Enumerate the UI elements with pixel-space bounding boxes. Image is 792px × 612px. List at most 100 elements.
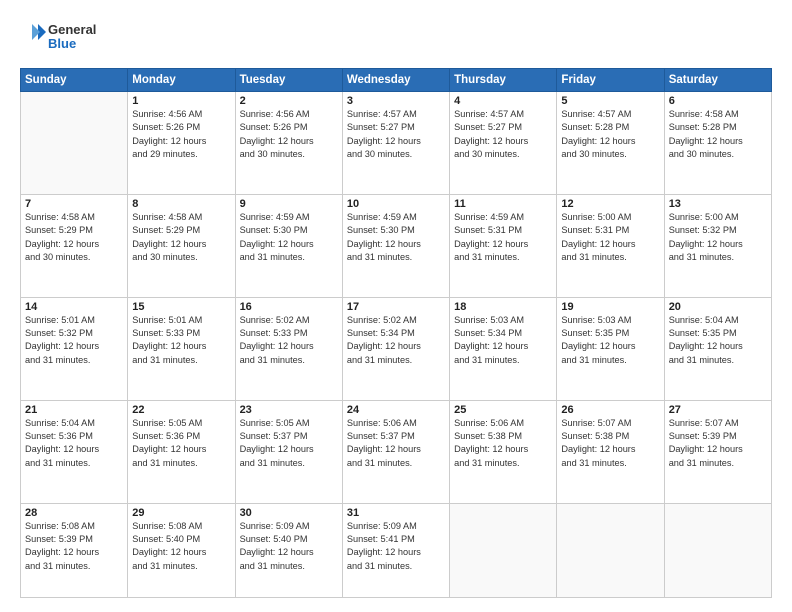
day-info: Sunrise: 4:58 AMSunset: 5:28 PMDaylight:…: [669, 108, 767, 161]
day-number: 9: [240, 198, 338, 210]
day-info: Sunrise: 5:07 AMSunset: 5:39 PMDaylight:…: [669, 417, 767, 470]
calendar-cell: 13Sunrise: 5:00 AMSunset: 5:32 PMDayligh…: [664, 194, 771, 297]
calendar-cell: 18Sunrise: 5:03 AMSunset: 5:34 PMDayligh…: [450, 297, 557, 400]
calendar-cell: 8Sunrise: 4:58 AMSunset: 5:29 PMDaylight…: [128, 194, 235, 297]
weekday-header-thursday: Thursday: [450, 69, 557, 92]
calendar-cell: 29Sunrise: 5:08 AMSunset: 5:40 PMDayligh…: [128, 503, 235, 597]
day-number: 5: [561, 95, 659, 107]
day-info: Sunrise: 5:07 AMSunset: 5:38 PMDaylight:…: [561, 417, 659, 470]
calendar-cell: 27Sunrise: 5:07 AMSunset: 5:39 PMDayligh…: [664, 400, 771, 503]
svg-text:General: General: [48, 22, 96, 37]
day-info: Sunrise: 4:59 AMSunset: 5:30 PMDaylight:…: [240, 211, 338, 264]
day-number: 6: [669, 95, 767, 107]
calendar-cell: 25Sunrise: 5:06 AMSunset: 5:38 PMDayligh…: [450, 400, 557, 503]
calendar-cell: 19Sunrise: 5:03 AMSunset: 5:35 PMDayligh…: [557, 297, 664, 400]
day-info: Sunrise: 4:59 AMSunset: 5:31 PMDaylight:…: [454, 211, 552, 264]
day-info: Sunrise: 5:03 AMSunset: 5:35 PMDaylight:…: [561, 314, 659, 367]
day-info: Sunrise: 5:08 AMSunset: 5:40 PMDaylight:…: [132, 520, 230, 573]
day-number: 22: [132, 404, 230, 416]
day-info: Sunrise: 5:02 AMSunset: 5:34 PMDaylight:…: [347, 314, 445, 367]
calendar-cell: 17Sunrise: 5:02 AMSunset: 5:34 PMDayligh…: [342, 297, 449, 400]
day-info: Sunrise: 4:56 AMSunset: 5:26 PMDaylight:…: [240, 108, 338, 161]
day-number: 20: [669, 301, 767, 313]
day-info: Sunrise: 4:56 AMSunset: 5:26 PMDaylight:…: [132, 108, 230, 161]
day-info: Sunrise: 5:04 AMSunset: 5:36 PMDaylight:…: [25, 417, 123, 470]
day-number: 31: [347, 507, 445, 519]
day-number: 13: [669, 198, 767, 210]
weekday-header-monday: Monday: [128, 69, 235, 92]
day-number: 17: [347, 301, 445, 313]
calendar-cell: 6Sunrise: 4:58 AMSunset: 5:28 PMDaylight…: [664, 92, 771, 195]
day-info: Sunrise: 5:05 AMSunset: 5:36 PMDaylight:…: [132, 417, 230, 470]
day-info: Sunrise: 5:01 AMSunset: 5:33 PMDaylight:…: [132, 314, 230, 367]
weekday-header-wednesday: Wednesday: [342, 69, 449, 92]
calendar-cell: 31Sunrise: 5:09 AMSunset: 5:41 PMDayligh…: [342, 503, 449, 597]
day-info: Sunrise: 4:58 AMSunset: 5:29 PMDaylight:…: [25, 211, 123, 264]
calendar-cell: 11Sunrise: 4:59 AMSunset: 5:31 PMDayligh…: [450, 194, 557, 297]
day-number: 28: [25, 507, 123, 519]
day-info: Sunrise: 4:57 AMSunset: 5:27 PMDaylight:…: [454, 108, 552, 161]
weekday-header-sunday: Sunday: [21, 69, 128, 92]
logo: General Blue: [20, 18, 110, 58]
calendar-cell: 3Sunrise: 4:57 AMSunset: 5:27 PMDaylight…: [342, 92, 449, 195]
day-info: Sunrise: 4:57 AMSunset: 5:27 PMDaylight:…: [347, 108, 445, 161]
day-number: 19: [561, 301, 659, 313]
day-number: 29: [132, 507, 230, 519]
calendar-cell: 20Sunrise: 5:04 AMSunset: 5:35 PMDayligh…: [664, 297, 771, 400]
calendar-cell: 16Sunrise: 5:02 AMSunset: 5:33 PMDayligh…: [235, 297, 342, 400]
calendar-cell: 2Sunrise: 4:56 AMSunset: 5:26 PMDaylight…: [235, 92, 342, 195]
day-number: 4: [454, 95, 552, 107]
day-info: Sunrise: 5:06 AMSunset: 5:38 PMDaylight:…: [454, 417, 552, 470]
calendar-table: SundayMondayTuesdayWednesdayThursdayFrid…: [20, 68, 772, 598]
day-number: 24: [347, 404, 445, 416]
day-number: 16: [240, 301, 338, 313]
calendar-cell: 21Sunrise: 5:04 AMSunset: 5:36 PMDayligh…: [21, 400, 128, 503]
calendar-cell: 28Sunrise: 5:08 AMSunset: 5:39 PMDayligh…: [21, 503, 128, 597]
day-number: 15: [132, 301, 230, 313]
calendar-cell: 7Sunrise: 4:58 AMSunset: 5:29 PMDaylight…: [21, 194, 128, 297]
calendar-cell: 14Sunrise: 5:01 AMSunset: 5:32 PMDayligh…: [21, 297, 128, 400]
day-info: Sunrise: 4:57 AMSunset: 5:28 PMDaylight:…: [561, 108, 659, 161]
calendar-cell: 23Sunrise: 5:05 AMSunset: 5:37 PMDayligh…: [235, 400, 342, 503]
calendar-cell: 12Sunrise: 5:00 AMSunset: 5:31 PMDayligh…: [557, 194, 664, 297]
calendar-cell: 10Sunrise: 4:59 AMSunset: 5:30 PMDayligh…: [342, 194, 449, 297]
day-info: Sunrise: 5:09 AMSunset: 5:40 PMDaylight:…: [240, 520, 338, 573]
day-number: 27: [669, 404, 767, 416]
calendar-cell: 24Sunrise: 5:06 AMSunset: 5:37 PMDayligh…: [342, 400, 449, 503]
calendar-cell: [664, 503, 771, 597]
calendar-cell: 9Sunrise: 4:59 AMSunset: 5:30 PMDaylight…: [235, 194, 342, 297]
weekday-header-saturday: Saturday: [664, 69, 771, 92]
day-info: Sunrise: 5:01 AMSunset: 5:32 PMDaylight:…: [25, 314, 123, 367]
day-number: 26: [561, 404, 659, 416]
calendar-cell: 4Sunrise: 4:57 AMSunset: 5:27 PMDaylight…: [450, 92, 557, 195]
calendar-cell: 15Sunrise: 5:01 AMSunset: 5:33 PMDayligh…: [128, 297, 235, 400]
day-number: 14: [25, 301, 123, 313]
day-number: 21: [25, 404, 123, 416]
logo-icon: General Blue: [20, 18, 110, 58]
day-info: Sunrise: 5:00 AMSunset: 5:31 PMDaylight:…: [561, 211, 659, 264]
calendar-cell: 22Sunrise: 5:05 AMSunset: 5:36 PMDayligh…: [128, 400, 235, 503]
day-info: Sunrise: 5:06 AMSunset: 5:37 PMDaylight:…: [347, 417, 445, 470]
day-number: 8: [132, 198, 230, 210]
day-info: Sunrise: 5:02 AMSunset: 5:33 PMDaylight:…: [240, 314, 338, 367]
day-info: Sunrise: 5:09 AMSunset: 5:41 PMDaylight:…: [347, 520, 445, 573]
day-number: 12: [561, 198, 659, 210]
day-number: 11: [454, 198, 552, 210]
day-number: 7: [25, 198, 123, 210]
weekday-header-tuesday: Tuesday: [235, 69, 342, 92]
svg-text:Blue: Blue: [48, 36, 76, 51]
calendar-cell: 1Sunrise: 4:56 AMSunset: 5:26 PMDaylight…: [128, 92, 235, 195]
header: General Blue: [20, 18, 772, 58]
day-number: 3: [347, 95, 445, 107]
day-number: 23: [240, 404, 338, 416]
calendar-cell: [450, 503, 557, 597]
day-info: Sunrise: 4:58 AMSunset: 5:29 PMDaylight:…: [132, 211, 230, 264]
day-number: 1: [132, 95, 230, 107]
calendar-cell: 30Sunrise: 5:09 AMSunset: 5:40 PMDayligh…: [235, 503, 342, 597]
day-info: Sunrise: 5:04 AMSunset: 5:35 PMDaylight:…: [669, 314, 767, 367]
day-info: Sunrise: 5:08 AMSunset: 5:39 PMDaylight:…: [25, 520, 123, 573]
calendar-cell: 26Sunrise: 5:07 AMSunset: 5:38 PMDayligh…: [557, 400, 664, 503]
page: General Blue SundayMondayTuesdayWednesda…: [0, 0, 792, 612]
day-info: Sunrise: 4:59 AMSunset: 5:30 PMDaylight:…: [347, 211, 445, 264]
day-info: Sunrise: 5:03 AMSunset: 5:34 PMDaylight:…: [454, 314, 552, 367]
